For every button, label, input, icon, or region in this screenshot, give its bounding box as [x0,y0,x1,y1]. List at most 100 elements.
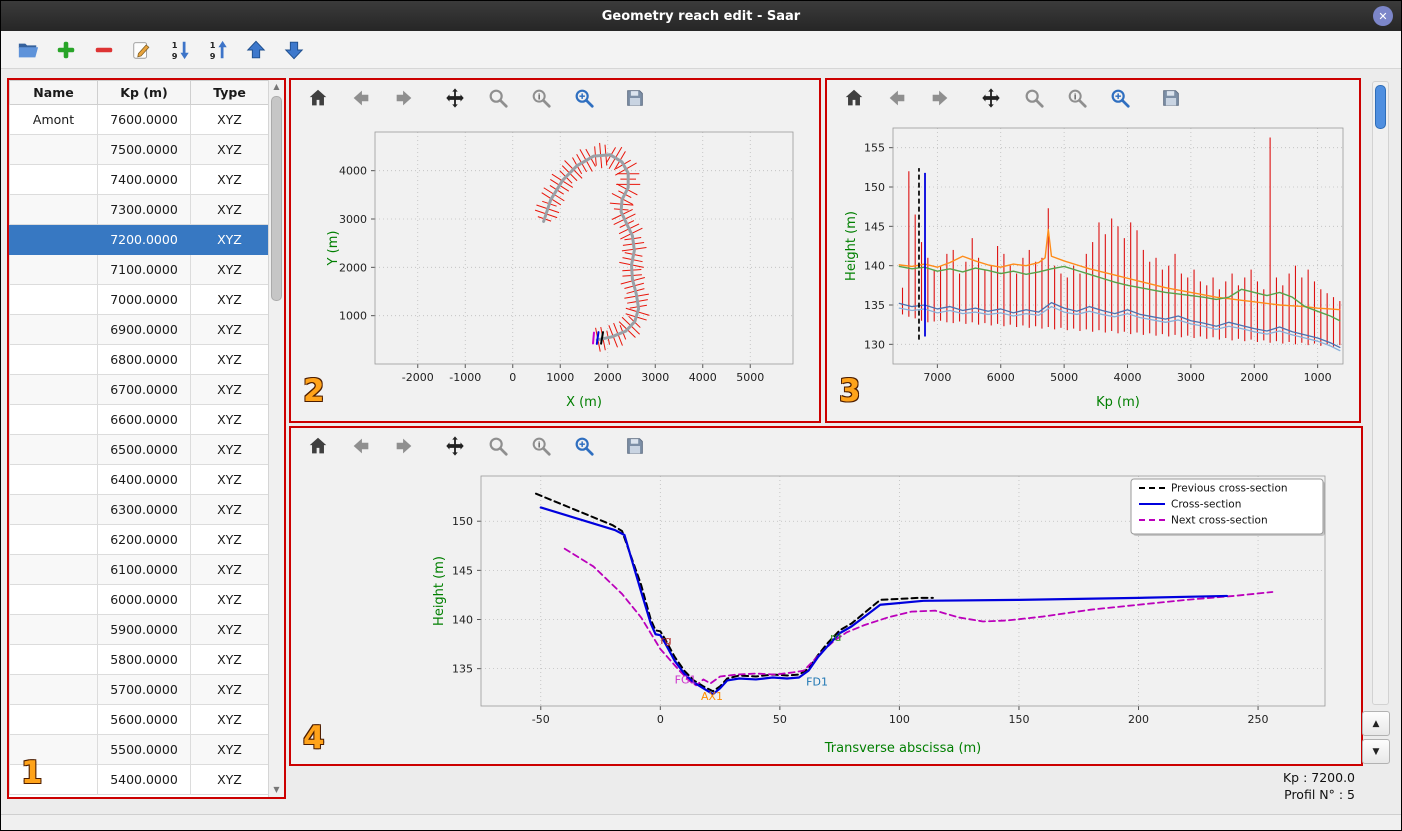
forward-button[interactable] [391,85,417,111]
edit-button[interactable] [129,37,155,63]
back-button[interactable] [348,85,374,111]
table-cell[interactable] [9,524,98,555]
table-row[interactable]: 5800.0000 XYZ [9,644,269,675]
customize-button[interactable] [571,433,597,459]
table-row[interactable]: 6800.0000 XYZ [9,344,269,375]
profiles-scrollbar-thumb[interactable] [1375,85,1386,129]
table-cell[interactable]: XYZ [190,224,269,255]
table-cell[interactable]: XYZ [190,314,269,345]
table-row[interactable]: 6500.0000 XYZ [9,434,269,465]
table-cell[interactable]: XYZ [190,374,269,405]
table-cell[interactable]: XYZ [190,194,269,225]
table-cell[interactable]: XYZ [190,584,269,615]
save-button[interactable] [622,85,648,111]
move-up-button[interactable] [243,37,269,63]
customize-button[interactable] [1107,85,1133,111]
zoom-button[interactable] [485,433,511,459]
table-cell[interactable]: XYZ [190,764,269,795]
table-row[interactable]: 7300.0000 XYZ [9,194,269,225]
table-cell[interactable] [9,134,98,165]
table-cell[interactable] [9,674,98,705]
save-button[interactable] [1158,85,1184,111]
table-row[interactable]: 5600.0000 XYZ [9,704,269,735]
table-cell[interactable]: XYZ [190,644,269,675]
table-cell[interactable]: XYZ [190,554,269,585]
close-button[interactable]: ✕ [1373,6,1393,26]
profile-down-button[interactable]: ▼ [1362,739,1390,764]
table-cell[interactable]: XYZ [190,134,269,165]
subplots-button[interactable]: i [1064,85,1090,111]
table-row[interactable]: 6600.0000 XYZ [9,404,269,435]
forward-button[interactable] [391,433,417,459]
table-row[interactable]: 7500.0000 XYZ [9,134,269,165]
table-row[interactable]: 6700.0000 XYZ [9,374,269,405]
table-cell[interactable]: XYZ [190,164,269,195]
table-cell[interactable]: 7400.0000 [97,164,191,195]
table-cell[interactable]: XYZ [190,404,269,435]
table-cell[interactable] [9,314,98,345]
table-cell[interactable]: 5400.0000 [97,764,191,795]
table-cell[interactable]: XYZ [190,464,269,495]
table-cell[interactable]: 6000.0000 [97,584,191,615]
table-cell[interactable]: 5800.0000 [97,644,191,675]
table-cell[interactable] [9,464,98,495]
table-cell[interactable]: XYZ [190,104,269,135]
table-row[interactable]: 7000.0000 XYZ [9,284,269,315]
table-cell[interactable]: 6100.0000 [97,554,191,585]
open-button[interactable] [15,37,41,63]
table-cell[interactable]: 6500.0000 [97,434,191,465]
longitudinal-profile-plot[interactable]: 7000 6000 5000 4000 3000 2000 1000 130 135 140 145… [827,116,1359,418]
table-cell[interactable] [9,224,98,255]
table-cell[interactable]: 7300.0000 [97,194,191,225]
table-cell[interactable]: 7600.0000 [97,104,191,135]
table-row[interactable]: 5400.0000 XYZ [9,764,269,795]
table-row[interactable]: 6300.0000 XYZ [9,494,269,525]
table-cell[interactable]: 5500.0000 [97,734,191,765]
home-button[interactable] [305,433,331,459]
table-cell[interactable] [9,284,98,315]
table-cell[interactable]: 5900.0000 [97,614,191,645]
table-cell[interactable]: XYZ [190,734,269,765]
column-header[interactable]: Kp (m) [97,80,191,105]
table-cell[interactable] [9,254,98,285]
table-cell[interactable]: XYZ [190,344,269,375]
remove-button[interactable] [91,37,117,63]
add-button[interactable] [53,37,79,63]
table-cell[interactable]: XYZ [190,434,269,465]
table-cell[interactable] [9,584,98,615]
home-button[interactable] [305,85,331,111]
table-cell[interactable] [9,494,98,525]
table-cell[interactable]: 6400.0000 [97,464,191,495]
home-button[interactable] [841,85,867,111]
table-cell[interactable]: 7000.0000 [97,284,191,315]
table-cell[interactable]: 6200.0000 [97,524,191,555]
table-cell[interactable]: 5700.0000 [97,674,191,705]
sort-descending-button[interactable]: 19 [167,37,193,63]
table-row[interactable]: 6100.0000 XYZ [9,554,269,585]
table-cell[interactable]: 7500.0000 [97,134,191,165]
table-cell[interactable] [9,344,98,375]
table-row[interactable]: 5500.0000 XYZ [9,734,269,765]
save-button[interactable] [622,433,648,459]
table-cell[interactable]: XYZ [190,254,269,285]
scroll-down-icon[interactable]: ▼ [269,783,284,797]
table-cell[interactable]: XYZ [190,614,269,645]
table-cell[interactable] [9,164,98,195]
table-row[interactable]: 6400.0000 XYZ [9,464,269,495]
column-header[interactable]: Type [190,80,269,105]
plan-view-plot[interactable]: -2000 -1000 0 1000 2000 3000 4000 5000 1000 2000 3… [291,116,819,418]
pan-button[interactable] [442,85,468,111]
table-cell[interactable]: 6800.0000 [97,344,191,375]
table-row[interactable]: Amont 7600.0000 XYZ [9,104,269,135]
move-down-button[interactable] [281,37,307,63]
table-cell[interactable]: Amont [9,104,98,135]
column-header[interactable]: Name [9,80,98,105]
forward-button[interactable] [927,85,953,111]
table-cell[interactable]: XYZ [190,494,269,525]
table-cell[interactable] [9,614,98,645]
table-row[interactable]: 6200.0000 XYZ [9,524,269,555]
sort-ascending-button[interactable]: 19 [205,37,231,63]
cross-section-plot[interactable]: -50 0 50 100 150 200 250 135 140 145 150 Transverse… [291,464,1359,764]
table-cell[interactable] [9,374,98,405]
zoom-button[interactable] [1021,85,1047,111]
